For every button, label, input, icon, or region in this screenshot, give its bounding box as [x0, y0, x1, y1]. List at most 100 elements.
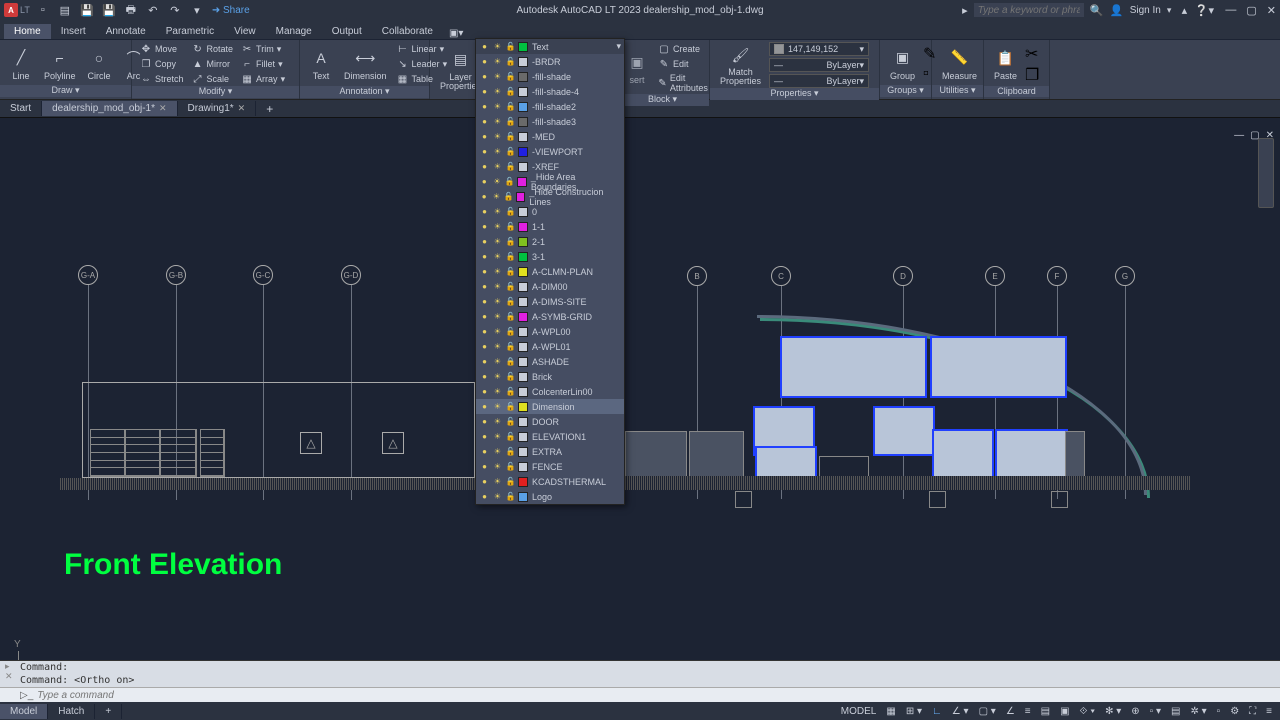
layer-on-icon[interactable]: ●	[479, 326, 490, 337]
layer-on-icon[interactable]: ●	[479, 311, 490, 322]
modify-panel-label[interactable]: Modify ▾	[132, 86, 299, 98]
search-icon[interactable]: 🔍	[1090, 3, 1104, 17]
layer-color-swatch[interactable]	[518, 447, 528, 457]
layer-dropdown[interactable]: ●☀🔓Text▾●☀🔓-BRDR●☀🔓-fill-shade●☀🔓-fill-s…	[475, 38, 625, 505]
layer-dropdown-item[interactable]: ●☀🔓ELEVATION1	[476, 429, 624, 444]
layer-lock-icon[interactable]: 🔓	[505, 131, 516, 142]
layer-freeze-icon[interactable]: ☀	[492, 161, 503, 172]
layer-freeze-icon[interactable]: ☀	[491, 191, 501, 202]
layer-color-swatch[interactable]	[518, 492, 528, 502]
layer-color-swatch[interactable]	[518, 312, 528, 322]
layer-on-icon[interactable]: ●	[479, 446, 490, 457]
utilities-panel-label[interactable]: Utilities ▾	[932, 85, 983, 97]
layer-freeze-icon[interactable]: ☀	[492, 401, 503, 412]
layer-dropdown-item[interactable]: ●☀🔓DOOR	[476, 414, 624, 429]
open-icon[interactable]: ▤	[58, 3, 72, 17]
layer-lock-icon[interactable]: 🔓	[505, 101, 516, 112]
layer-lock-icon[interactable]: 🔓	[505, 161, 516, 172]
insert-button[interactable]: ▣sert	[622, 49, 652, 87]
layer-color-swatch[interactable]	[518, 477, 528, 487]
chevron-down-icon[interactable]: ▾	[616, 41, 621, 52]
layout-tab-hatch[interactable]: Hatch	[48, 704, 95, 719]
layer-freeze-icon[interactable]: ☀	[492, 221, 503, 232]
copy-clip-icon[interactable]: ❐	[1025, 65, 1039, 85]
tab-output[interactable]: Output	[322, 24, 372, 39]
layer-color-swatch[interactable]	[518, 207, 528, 217]
help-icon[interactable]: ❔▾	[1197, 3, 1211, 17]
layer-dropdown-item[interactable]: ●☀🔓A-SYMB-GRID	[476, 309, 624, 324]
layer-dropdown-item[interactable]: ●☀🔓-fill-shade2	[476, 99, 624, 114]
layer-color-swatch[interactable]	[518, 162, 528, 172]
array-button[interactable]: ▦Array ▾	[239, 72, 287, 86]
layer-freeze-icon[interactable]: ☀	[492, 236, 503, 247]
layer-lock-icon[interactable]: 🔒	[505, 356, 516, 367]
paste-button[interactable]: 📋Paste	[990, 45, 1021, 83]
customize-icon[interactable]: ≡	[1264, 706, 1274, 717]
layer-on-icon[interactable]: ●	[479, 221, 490, 232]
layer-color-swatch[interactable]	[518, 57, 528, 67]
scale-button[interactable]: ⤢Scale	[190, 72, 236, 86]
layer-color-swatch[interactable]	[518, 42, 528, 52]
layer-color-swatch[interactable]	[518, 267, 528, 277]
copy-button[interactable]: ❐Copy	[138, 57, 186, 71]
line-button[interactable]: ╱Line	[6, 45, 36, 83]
layer-on-icon[interactable]: ●	[479, 461, 490, 472]
layer-dropdown-item[interactable]: ●☀🔓A-WPL01	[476, 339, 624, 354]
anno-scale-icon[interactable]: ⟐ ▾	[1078, 706, 1098, 717]
layer-lock-icon[interactable]: 🔓	[505, 311, 516, 322]
layer-lock-icon[interactable]: 🔓	[505, 206, 516, 217]
otrack-toggle-icon[interactable]: ∠	[1004, 706, 1017, 717]
layer-on-icon[interactable]: ●	[479, 251, 490, 262]
layer-on-icon[interactable]: ●	[479, 191, 489, 202]
layer-color-swatch[interactable]	[518, 87, 528, 97]
layer-color-swatch[interactable]	[518, 147, 528, 157]
layer-color-swatch[interactable]	[518, 372, 528, 382]
layer-lock-icon[interactable]: 🔓	[505, 326, 516, 337]
layer-freeze-icon[interactable]: ☀	[492, 446, 503, 457]
groups-panel-label[interactable]: Groups ▾	[880, 85, 931, 97]
layer-freeze-icon[interactable]: ☀	[492, 116, 503, 127]
block-panel-label[interactable]: Block ▾	[616, 94, 709, 106]
layer-color-swatch[interactable]	[518, 357, 528, 367]
layer-freeze-icon[interactable]: ☀	[492, 176, 503, 187]
text-button[interactable]: AText	[306, 45, 336, 83]
layer-dropdown-item[interactable]: ●☀🔓A-WPL00	[476, 324, 624, 339]
layer-lock-icon[interactable]: 🔓	[505, 341, 516, 352]
layer-freeze-icon[interactable]: ☀	[492, 206, 503, 217]
share-link[interactable]: ➜ Share	[212, 5, 250, 16]
layer-color-swatch[interactable]	[518, 342, 528, 352]
layer-lock-icon[interactable]: 🔓	[504, 191, 514, 202]
hw-accel-icon[interactable]: ⚙	[1228, 706, 1241, 717]
layer-lock-icon[interactable]: 🔓	[505, 71, 516, 82]
tab-collaborate[interactable]: Collaborate	[372, 24, 443, 39]
layer-freeze-icon[interactable]: ☀	[492, 131, 503, 142]
layer-dropdown-item[interactable]: ●☀🔓3-1	[476, 249, 624, 264]
layer-freeze-icon[interactable]: ☀	[492, 56, 503, 67]
undo-icon[interactable]: ↶	[146, 3, 160, 17]
layer-freeze-icon[interactable]: ☀	[492, 311, 503, 322]
layer-on-icon[interactable]: ●	[479, 56, 490, 67]
layer-dropdown-item[interactable]: ●☀🔓A-CLMN-PLAN	[476, 264, 624, 279]
keyword-search-input[interactable]	[974, 3, 1084, 17]
lineweight-dropdown[interactable]: —ByLayer▾	[769, 58, 869, 72]
tab-doc-1-close-icon[interactable]: ✕	[159, 103, 167, 114]
layer-freeze-icon[interactable]: ☀	[492, 71, 503, 82]
layer-on-icon[interactable]: ●	[479, 341, 490, 352]
layer-lock-icon[interactable]: 🔓	[505, 371, 516, 382]
layer-on-icon[interactable]: ●	[479, 356, 490, 367]
layer-lock-icon[interactable]: 🔓	[505, 236, 516, 247]
layer-freeze-icon[interactable]: ☀	[492, 101, 503, 112]
layer-dropdown-item[interactable]: ●☀🔓-fill-shade	[476, 69, 624, 84]
group-button[interactable]: ▣Group	[886, 45, 919, 83]
layer-on-icon[interactable]: ●	[479, 101, 490, 112]
status-model-label[interactable]: MODEL	[839, 706, 879, 717]
fillet-button[interactable]: ⌐Fillet ▾	[239, 57, 287, 71]
layer-freeze-icon[interactable]: ☀	[492, 356, 503, 367]
layer-color-swatch[interactable]	[518, 432, 528, 442]
user-icon[interactable]: 👤	[1110, 3, 1124, 17]
layer-on-icon[interactable]: ●	[479, 116, 490, 127]
layer-dropdown-item[interactable]: ●☀🔓-BRDR	[476, 54, 624, 69]
layer-color-swatch[interactable]	[518, 417, 528, 427]
clean-screen-icon[interactable]: ⛶	[1247, 706, 1258, 717]
tab-view[interactable]: View	[224, 24, 266, 39]
